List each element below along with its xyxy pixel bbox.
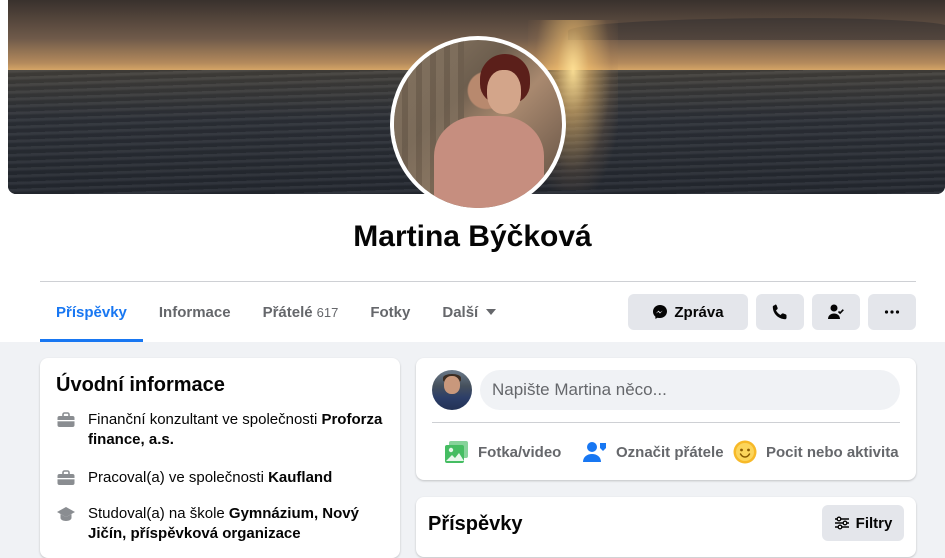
more-button[interactable] xyxy=(868,294,916,330)
message-button-label: Zpráva xyxy=(674,303,724,321)
tab-more[interactable]: Další xyxy=(426,282,512,342)
briefcase-icon xyxy=(57,470,75,485)
briefcase-icon xyxy=(57,412,75,427)
profile-picture-jacket xyxy=(434,116,544,208)
friends-count: 617 xyxy=(316,304,339,320)
feeling-button[interactable]: Pocit nebo aktivita xyxy=(732,436,899,468)
composer-divider xyxy=(432,422,900,423)
action-label: Pocit nebo aktivita xyxy=(766,443,899,461)
filter-icon xyxy=(834,516,849,530)
tab-posts[interactable]: Příspěvky xyxy=(40,282,143,342)
tab-label: Přátelé xyxy=(262,303,313,321)
post-composer: Napište Martina něco... Fotka/video Ozna… xyxy=(416,358,916,480)
profile-picture-face xyxy=(487,70,521,114)
action-label: Označit přátele xyxy=(616,443,724,461)
tab-label: Příspěvky xyxy=(56,303,127,321)
intro-item: Studoval(a) na škole Gymnázium, Nový Jič… xyxy=(56,504,386,544)
person-check-icon xyxy=(828,304,844,319)
tab-friends[interactable]: Přátelé 617 xyxy=(247,282,355,342)
photo-video-icon xyxy=(445,441,468,463)
composer-avatar[interactable] xyxy=(432,370,472,410)
tab-about[interactable]: Informace xyxy=(143,282,247,342)
tab-label: Informace xyxy=(158,303,231,321)
tab-label: Fotky xyxy=(370,303,411,321)
intro-item-text: Pracoval(a) ve společnosti Kaufland xyxy=(88,468,332,488)
intro-text: Finanční konzultant ve společnosti xyxy=(88,411,322,428)
avatar-head xyxy=(444,376,460,394)
intro-title: Úvodní informace xyxy=(56,374,225,396)
action-label: Fotka/video xyxy=(478,443,562,461)
posts-title: Příspěvky xyxy=(428,513,523,535)
message-button[interactable]: Zpráva xyxy=(628,294,748,330)
tag-friends-button[interactable]: Označit přátele xyxy=(582,436,724,468)
profile-header: Martina Býčková Příspěvky Informace Přát… xyxy=(0,0,945,342)
phone-icon xyxy=(772,304,787,320)
messenger-icon xyxy=(653,305,668,319)
intro-card: Úvodní informace Finanční konzultant ve … xyxy=(40,358,400,558)
composer-input[interactable]: Napište Martina něco... xyxy=(480,370,900,410)
tag-friends-icon xyxy=(583,442,606,462)
filter-button[interactable]: Filtry xyxy=(822,505,904,541)
intro-text: Pracoval(a) ve společnosti xyxy=(88,469,269,486)
photo-video-button[interactable]: Fotka/video xyxy=(444,436,561,468)
filter-label: Filtry xyxy=(855,514,893,532)
feeling-icon xyxy=(733,440,757,464)
intro-item-text: Finanční konzultant ve společnosti Profo… xyxy=(88,410,386,450)
intro-item: Pracoval(a) ve společnosti Kaufland xyxy=(56,468,386,488)
composer-placeholder: Napište Martina něco... xyxy=(492,380,667,399)
profile-tabs: Příspěvky Informace Přátelé 617 Fotky Dal… xyxy=(40,282,512,342)
intro-item: Finanční konzultant ve společnosti Profo… xyxy=(56,410,386,450)
profile-name: Martina Býčková xyxy=(353,220,592,253)
profile-picture[interactable] xyxy=(390,36,566,212)
tab-label: Další xyxy=(442,303,479,321)
more-icon xyxy=(884,310,900,314)
call-button[interactable] xyxy=(756,294,804,330)
posts-card: Příspěvky Filtry xyxy=(416,497,916,557)
intro-link[interactable]: Kaufland xyxy=(268,469,332,486)
tab-photos[interactable]: Fotky xyxy=(354,282,426,342)
graduation-cap-icon xyxy=(57,507,75,521)
intro-item-text: Studoval(a) na škole Gymnázium, Nový Jič… xyxy=(88,504,386,544)
chevron-down-icon xyxy=(486,309,497,315)
intro-text: Studoval(a) na škole xyxy=(88,505,229,522)
friend-status-button[interactable] xyxy=(812,294,860,330)
